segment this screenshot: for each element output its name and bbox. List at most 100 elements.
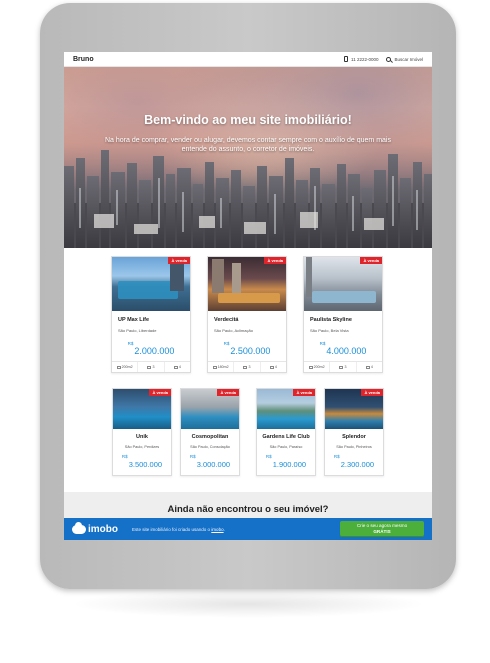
cloud-icon [72,521,86,534]
listing-location: São Paulo, Liberdade [118,328,157,333]
listing-card[interactable]: À venda Verdecitá São Paulo, Aclimação R… [207,256,287,373]
hero-title: Bem-vindo ao meu site imobiliário! [144,113,352,127]
tablet-shadow [70,590,426,618]
status-badge: À venda [360,257,382,264]
price-currency: R$ [121,454,128,459]
phone-number: 11 2222-0000 [351,56,379,62]
feature-area: 180m2 [208,362,235,372]
listing-price: R$2.000.000 [112,341,190,359]
car-icon [173,365,178,369]
listing-location: São Paulo, Bela Vista [310,328,349,333]
search-icon [386,56,392,62]
feature-parking: 4 [357,362,382,372]
phone-contact[interactable]: 11 2222-0000 [344,56,378,62]
bed-icon [339,365,344,369]
car-icon [365,365,370,369]
price-currency: R$ [265,454,272,459]
create-site-button[interactable]: Crie o seu agora mesmo GRÁTIS [340,521,424,537]
listing-card[interactable]: À venda Gardens Life Club São Paulo, Par… [256,388,316,476]
feature-area: 200m2 [112,362,139,372]
price-currency: R$ [189,454,196,459]
price-value: 1.900.000 [272,460,307,469]
logo-text: imobo [88,523,118,535]
status-badge: À venda [149,389,171,396]
listing-name: Gardens Life Club [262,434,310,440]
search-button[interactable]: Buscar Imóvel [386,56,423,62]
listing-photo: À venda [208,257,286,311]
site-brand[interactable]: Bruno [73,56,344,63]
price-value: 3.500.000 [128,460,163,469]
listing-features: 180m2 3 4 [208,361,286,372]
hero-banner: Bem-vindo ao meu site imobiliário! Na ho… [64,67,432,248]
price-currency: R$ [319,341,326,346]
imobo-footer: imobo Este site imobiliário foi criado u… [64,518,432,540]
price-currency: R$ [127,341,134,346]
status-badge: À venda [361,389,383,396]
price-value: 3.000.000 [196,460,231,469]
listing-photo: À venda [113,389,171,429]
area-icon [116,365,121,369]
listing-photo: À venda [325,389,383,429]
top-navigation-bar: Bruno 11 2222-0000 Buscar Imóvel [64,52,432,67]
car-icon [269,365,274,369]
listing-name: UP Max Life [118,317,150,323]
listing-photo: À venda [257,389,315,429]
status-badge: À venda [293,389,315,396]
not-found-banner: Ainda não encontrou o seu imóvel? [64,492,432,519]
bed-icon [243,365,248,369]
listing-name: Cosmopolitan [191,434,229,440]
status-badge: À venda [168,257,190,264]
tablet-screen: Bruno 11 2222-0000 Buscar Imóvel Bem-vin… [64,52,432,540]
feature-rooms: 3 [138,362,165,372]
listing-card[interactable]: À venda Unik São Paulo, Perdizes R$3.500… [112,388,172,476]
free-label: GRÁTIS [373,528,391,534]
create-site-label: Crie o seu agora mesmo [356,523,408,528]
price-value: 2.000.000 [134,346,175,356]
listing-card[interactable]: À venda Splendor São Paulo, Pinheiros R$… [324,388,384,476]
listing-name: Splendor [342,434,366,440]
feature-rooms: 3 [234,362,261,372]
listing-price: R$3.000.000 [181,454,239,472]
listing-photo: À venda [304,257,382,311]
imobo-link[interactable]: imobo [211,527,223,532]
status-badge: À venda [264,257,286,264]
price-currency: R$ [223,341,230,346]
listing-price: R$2.300.000 [325,454,383,472]
imobo-logo[interactable]: imobo [72,521,132,535]
listing-card[interactable]: À venda UP Max Life São Paulo, Liberdade… [111,256,191,373]
listing-location: São Paulo, Paraíso [269,445,303,449]
footer-credit: Este site imobiliário foi criado usando … [132,526,225,532]
not-found-heading: Ainda não encontrou o seu imóvel? [167,504,329,515]
listing-price: R$1.900.000 [257,454,315,472]
feature-rooms: 3 [330,362,357,372]
feature-area: 200m2 [304,362,331,372]
hero-subtitle: Na hora de comprar, vender ou alugar, de… [105,137,391,153]
listing-name: Paulista Skyline [310,317,352,323]
area-icon [308,365,313,369]
footer-credit-text: Este site imobiliário foi criado usando … [132,526,211,532]
area-icon [212,365,217,369]
listing-name: Unik [136,434,148,440]
listing-card[interactable]: À venda Paulista Skyline São Paulo, Bela… [303,256,383,373]
price-value: 4.000.000 [326,346,367,356]
feature-parking: 4 [165,362,190,372]
listing-price: R$3.500.000 [113,454,171,472]
listing-location: São Paulo, Perdizes [124,445,160,449]
price-value: 2.300.000 [340,460,375,469]
listing-location: São Paulo, Aclimação [214,328,253,333]
feature-parking: 4 [261,362,286,372]
price-value: 2.500.000 [230,346,271,356]
listing-location: São Paulo, Pinheiros [336,445,372,449]
bed-icon [147,365,152,369]
listing-features: 200m2 3 4 [304,361,382,372]
listing-features: 200m2 3 4 [112,361,190,372]
price-currency: R$ [333,454,340,459]
listing-card[interactable]: À venda Cosmopolitan São Paulo, Consolaç… [180,388,240,476]
listing-location: São Paulo, Consolação [190,445,230,449]
listing-price: R$4.000.000 [304,341,382,359]
phone-icon [344,56,349,62]
search-label: Buscar Imóvel [394,56,423,62]
listing-price: R$2.500.000 [208,341,286,359]
listing-photo: À venda [181,389,239,429]
listing-name: Verdecitá [214,317,239,323]
